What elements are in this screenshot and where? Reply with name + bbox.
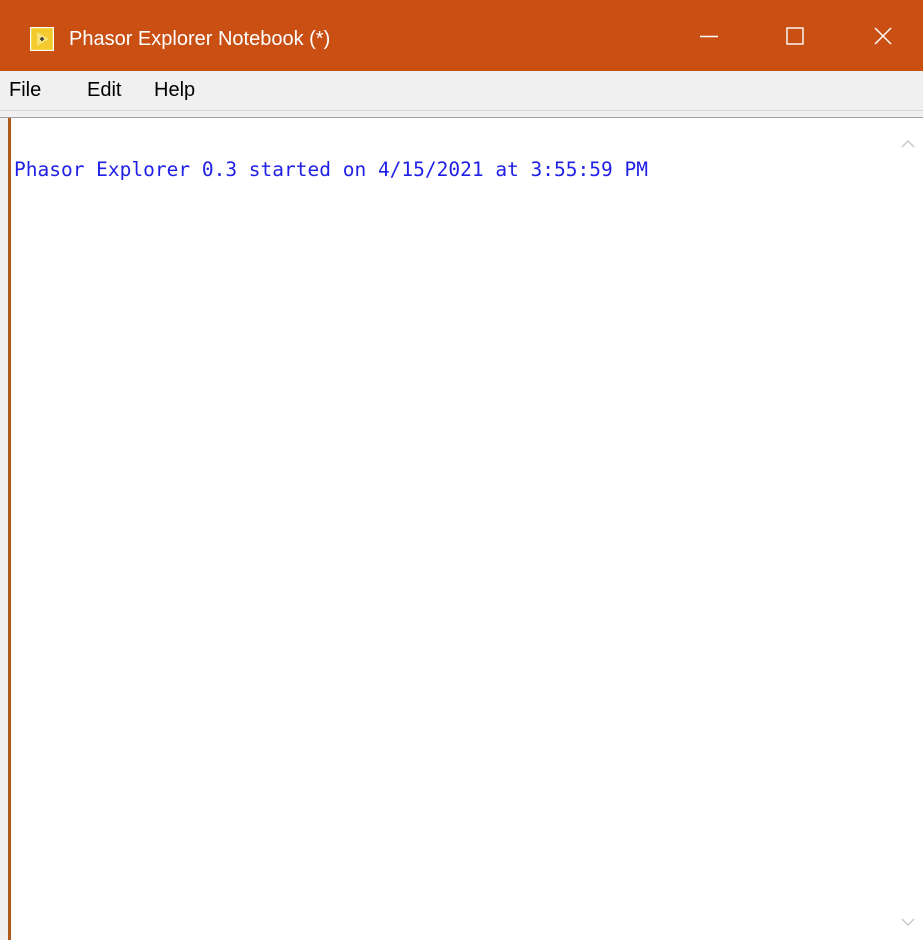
log-line: Phasor Explorer 0.3 started on 4/15/2021… <box>14 158 648 181</box>
menu-bar: File Edit Help <box>0 71 923 111</box>
minimize-button[interactable] <box>686 0 732 71</box>
app-icon[interactable] <box>30 27 54 51</box>
menu-separator <box>0 111 923 118</box>
menu-file[interactable]: File <box>7 78 43 102</box>
maximize-button[interactable] <box>772 0 818 71</box>
notebook-window: Phasor Explorer Notebook (*) File Edit H… <box>0 0 923 940</box>
title-bar[interactable]: Phasor Explorer Notebook (*) <box>0 0 923 71</box>
menu-edit[interactable]: Edit <box>85 78 123 102</box>
chevron-up-icon[interactable] <box>898 136 918 152</box>
menu-help[interactable]: Help <box>152 78 197 102</box>
close-button[interactable] <box>860 0 906 71</box>
left-gutter <box>0 118 8 940</box>
close-icon <box>874 26 892 45</box>
minimize-icon <box>700 27 718 45</box>
window-title: Phasor Explorer Notebook (*) <box>69 28 331 50</box>
maximize-icon <box>786 26 804 45</box>
chevron-down-icon[interactable] <box>898 914 918 930</box>
notebook-text-area[interactable] <box>0 118 923 940</box>
left-border <box>8 118 11 940</box>
